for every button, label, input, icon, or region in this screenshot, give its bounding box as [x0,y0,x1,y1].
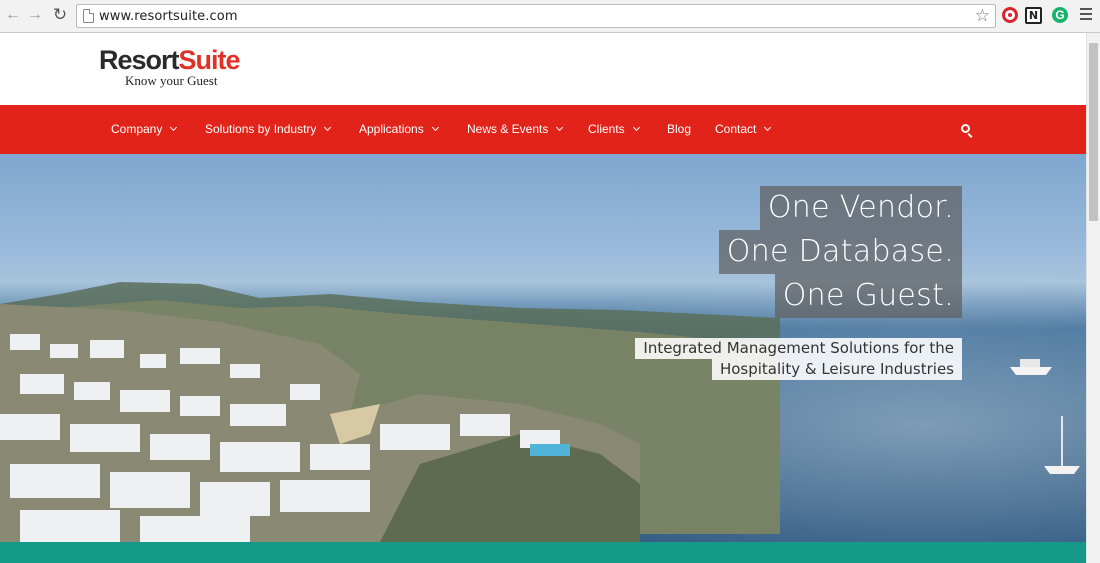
logo-part-suite: Suite [178,45,241,75]
hero-headline-line-3: One Guest. [774,274,962,318]
nav-item-clients[interactable]: Clients [588,105,640,154]
chevron-down-icon [431,123,439,132]
url-text[interactable]: www.resortsuite.com [99,9,238,24]
chevron-down-icon [632,123,640,132]
chevron-down-icon [324,123,332,132]
nav-item-label: Contact [715,122,757,136]
nav-item-news-events[interactable]: News & Events [467,105,564,154]
chevron-down-icon [556,123,564,132]
nav-item-label: Solutions by Industry [205,122,317,136]
hero-subheadline-line-2: Hospitality & Leisure Industries [711,359,962,380]
nav-item-label: Clients [588,122,625,136]
nav-item-label: Applications [359,122,424,136]
page-scrollbar[interactable] [1086,33,1100,563]
reload-icon[interactable]: ↻ [51,6,69,24]
nav-item-company[interactable]: Company [111,105,178,154]
extension-record-icon[interactable] [1002,7,1018,23]
web-page: ResortSuite Know your Guest Company Solu… [0,33,1086,563]
page-icon [83,9,94,23]
nav-item-label: Company [111,122,163,136]
nav-item-applications[interactable]: Applications [359,105,439,154]
logo-tagline: Know your Guest [125,73,218,88]
forward-icon[interactable]: → [26,6,44,24]
nav-item-label: News & Events [467,122,549,136]
extension-grammarly-icon[interactable]: G [1052,7,1068,23]
main-navigation: Company Solutions by Industry Applicatio… [0,105,1086,154]
chevron-down-icon [170,123,178,132]
site-header: ResortSuite Know your Guest [0,33,1086,105]
hero-town-graphic [0,304,640,542]
nav-item-blog[interactable]: Blog [667,105,691,154]
hero-subheadline-line-1: Integrated Management Solutions for the [635,338,962,359]
back-icon[interactable]: ← [4,6,22,24]
browser-toolbar: ← → ↻ www.resortsuite.com ☆ N G [0,0,1100,33]
logo-part-resort: Resort [99,45,180,75]
search-icon[interactable] [961,124,970,133]
nav-item-contact[interactable]: Contact [715,105,772,154]
extension-n-icon[interactable]: N [1025,7,1042,24]
logo[interactable]: ResortSuite Know your Guest [99,45,241,89]
section-divider-bar [0,542,1086,563]
logo-wordmark: ResortSuite [99,45,241,75]
bookmark-star-icon[interactable]: ☆ [975,6,990,26]
menu-icon[interactable] [1080,8,1092,20]
hero-banner: One Vendor. One Database. One Guest. Int… [0,154,1086,542]
nav-item-label: Blog [667,122,692,136]
address-bar[interactable]: www.resortsuite.com ☆ [76,4,996,28]
hero-headline-line-2: One Database. [718,230,962,274]
nav-item-solutions-by-industry[interactable]: Solutions by Industry [205,105,332,154]
yacht-graphic [1010,359,1052,375]
scrollbar-thumb[interactable] [1089,43,1098,221]
hero-headline-line-1: One Vendor. [759,186,962,230]
sailboat-graphic [1044,416,1080,474]
chevron-down-icon [764,123,772,132]
